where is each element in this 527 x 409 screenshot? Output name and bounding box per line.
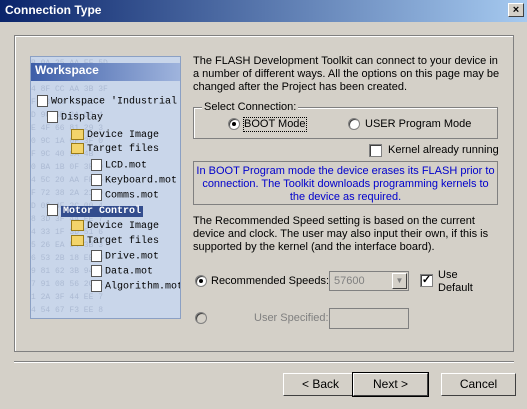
back-button[interactable]: < Back: [283, 373, 358, 396]
tree-item: Target files: [71, 235, 159, 247]
speed-description: The Recommended Speed setting is based o…: [193, 215, 489, 253]
chevron-down-icon[interactable]: ▼: [392, 273, 407, 289]
speed-value: 57600: [334, 275, 365, 287]
folder-icon: [71, 143, 84, 154]
close-button[interactable]: ×: [508, 3, 524, 17]
tree-item: Drive.mot: [91, 250, 159, 263]
tree-item: Device Image: [71, 220, 159, 232]
user-mode-radio[interactable]: [348, 118, 360, 130]
kernel-running-label[interactable]: Kernel already running: [388, 144, 499, 157]
tree-item: Target files: [71, 143, 159, 155]
boot-mode-radio[interactable]: [228, 118, 240, 130]
user-specified-input[interactable]: [329, 308, 409, 329]
title-bar: Connection Type ×: [0, 0, 527, 22]
tree-item: Workspace 'Industrial Co: [37, 95, 180, 108]
recommended-speeds-radio[interactable]: [195, 275, 207, 287]
user-mode-label[interactable]: USER Program Mode: [365, 118, 471, 131]
tree-item: Motor Control: [47, 204, 144, 217]
use-default-label[interactable]: Use Default: [438, 269, 483, 295]
tree-item: Display: [47, 111, 103, 124]
next-button[interactable]: Next >: [352, 372, 429, 397]
folder-icon: [71, 235, 84, 246]
tree-item: LCD.mot: [91, 159, 147, 172]
select-connection-label: Select Connection:: [202, 101, 299, 113]
use-default-checkbox[interactable]: ✓: [420, 274, 433, 287]
tree-item: Comms.mot: [91, 189, 159, 202]
user-specified-label: User Specified:: [254, 312, 329, 324]
intro-text: The FLASH Development Toolkit can connec…: [193, 55, 500, 93]
file-icon: [91, 250, 102, 262]
workspace-illustration: B 0A 25 AA FF 5D 3 E5 4D 5D FF 3D 4 8F C…: [30, 56, 181, 319]
file-icon: [91, 159, 102, 171]
folder-icon: [71, 129, 84, 140]
tree-item: Keyboard.mot: [91, 174, 177, 187]
illustration-header: Workspace: [31, 63, 180, 81]
kernel-running-checkbox[interactable]: [369, 144, 382, 157]
window-title: Connection Type: [5, 3, 102, 17]
boot-mode-label[interactable]: BOOT Mode: [243, 117, 307, 132]
boot-mode-info: In BOOT Program mode the device erases i…: [193, 161, 498, 205]
file-icon: [91, 189, 102, 201]
file-icon: [91, 280, 102, 292]
tree-item: Device Image: [71, 129, 159, 141]
file-icon: [91, 265, 102, 277]
file-icon: [91, 174, 102, 186]
folder-icon: [71, 220, 84, 231]
tree-item: Algorithm.mot: [91, 280, 180, 293]
recommended-speeds-select[interactable]: 57600 ▼: [329, 271, 409, 291]
user-specified-radio[interactable]: [195, 312, 207, 324]
tree-item: Data.mot: [91, 265, 153, 278]
recommended-speeds-label[interactable]: Recommended Speeds:: [211, 275, 329, 288]
button-separator: [14, 361, 514, 363]
cancel-button[interactable]: Cancel: [441, 373, 516, 396]
